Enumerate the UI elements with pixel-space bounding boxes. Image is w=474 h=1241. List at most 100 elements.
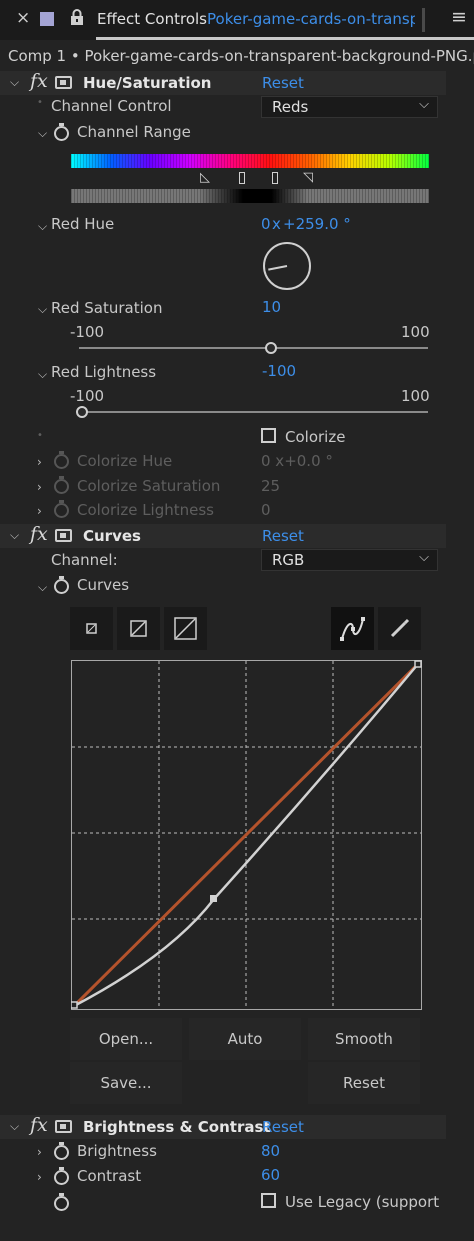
colorize-checkbox[interactable] — [261, 428, 276, 443]
stopwatch-icon[interactable] — [54, 1167, 69, 1185]
contrast-label: Contrast — [77, 1167, 142, 1185]
red-hue-dial[interactable] — [261, 240, 313, 292]
chevron-right-icon[interactable]: › — [37, 1170, 42, 1184]
graph-size-small-button[interactable] — [70, 607, 113, 650]
chevron-down-icon: ⌵ — [419, 97, 429, 112]
channel-control-dropdown[interactable]: Reds ⌵ — [261, 96, 438, 118]
colorize-hue-label: Colorize Hue — [77, 452, 173, 470]
curves-header[interactable]: ⌵ fx Curves Reset — [0, 523, 446, 548]
red-hue-revolutions[interactable]: 0 — [261, 215, 271, 233]
pencil-tool-button[interactable] — [378, 607, 421, 650]
red-saturation-value[interactable]: 10 — [262, 298, 281, 316]
curve-endpoint-black[interactable] — [71, 1001, 78, 1009]
chevron-down-icon[interactable]: ⌵ — [38, 302, 47, 317]
fx-icon[interactable]: fx — [30, 70, 48, 92]
range-end-handle[interactable] — [272, 172, 278, 184]
curves-channel-dropdown[interactable]: RGB ⌵ — [261, 549, 438, 571]
tab-underline — [96, 37, 474, 40]
stopwatch-icon[interactable] — [54, 1142, 69, 1160]
empty-button-slot — [189, 1062, 301, 1104]
bezier-curve-tool-button[interactable] — [331, 607, 374, 650]
range-start-handle[interactable] — [239, 172, 245, 184]
chevron-down-icon: ⌵ — [419, 550, 429, 565]
slider-max: 100 — [401, 323, 430, 341]
close-icon[interactable]: × — [16, 8, 30, 28]
comp-path-row: Comp 1 • Poker-game-cards-on-transparent… — [0, 46, 474, 70]
red-hue-degrees[interactable]: +259.0 ° — [283, 215, 351, 233]
red-lightness-value[interactable]: -100 — [262, 362, 296, 380]
chevron-down-icon[interactable]: ⌵ — [38, 219, 47, 234]
colorize-saturation-label: Colorize Saturation — [77, 477, 221, 495]
right-gutter — [446, 71, 474, 1241]
chevron-right-icon[interactable]: › — [37, 1145, 42, 1159]
comp-path: Comp 1 • Poker-game-cards-on-transparent… — [8, 47, 474, 65]
chevron-right-icon[interactable]: › — [37, 504, 42, 518]
curves-auto-button[interactable]: Auto — [189, 1018, 301, 1060]
red-lightness-slider[interactable] — [82, 411, 428, 413]
curves-save-button[interactable]: Save... — [70, 1062, 182, 1104]
spectrum-texture — [71, 154, 429, 168]
panel-header: × Effect Controls Poker-game-cards-on-tr… — [0, 0, 474, 40]
hue-saturation-header[interactable]: ⌵ fx Hue/Saturation Reset — [0, 70, 446, 95]
bullet: • — [37, 97, 43, 108]
tab-divider — [422, 8, 425, 32]
fx-icon[interactable]: fx — [30, 523, 48, 545]
colorize-lightness-label: Colorize Lightness — [77, 501, 214, 519]
stopwatch-icon[interactable] — [54, 123, 69, 141]
curve-control-point[interactable] — [210, 895, 217, 902]
curves-reset-button[interactable]: Reset — [308, 1062, 420, 1104]
effect-badge-icon — [55, 529, 72, 542]
colorize-label: Colorize — [285, 428, 346, 446]
red-saturation-label: Red Saturation — [51, 299, 163, 317]
colorize-hue-value: 0 x+0.0 ° — [261, 452, 333, 470]
panel-color-swatch — [40, 12, 54, 26]
curves-graph[interactable] — [71, 660, 422, 1010]
chevron-down-icon[interactable]: ⌵ — [10, 75, 19, 90]
panel-title[interactable]: Effect Controls — [97, 10, 207, 28]
curve-endpoint-white[interactable] — [414, 660, 422, 668]
red-lightness-label: Red Lightness — [51, 363, 157, 381]
stopwatch-icon[interactable] — [54, 576, 69, 594]
layer-tab[interactable]: Poker-game-cards-on-transp — [207, 10, 415, 28]
reset-link[interactable]: Reset — [262, 527, 304, 545]
chevron-right-icon[interactable]: › — [37, 480, 42, 494]
effect-name: Hue/Saturation — [83, 74, 212, 92]
contrast-value[interactable]: 60 — [261, 1166, 280, 1184]
chevron-down-icon[interactable]: ⌵ — [10, 1119, 19, 1134]
colorize-saturation-value: 25 — [261, 477, 281, 495]
dropdown-value: RGB — [272, 551, 305, 569]
lock-icon[interactable] — [70, 9, 84, 30]
use-legacy-checkbox[interactable] — [261, 1193, 276, 1208]
chevron-right-icon[interactable]: › — [37, 455, 42, 469]
brightness-label: Brightness — [77, 1142, 157, 1160]
range-falloff-right-handle[interactable]: ◹ — [303, 170, 313, 185]
brightness-contrast-header[interactable]: ⌵ fx Brightness & Contrast Reset — [0, 1114, 446, 1139]
panel-menu-icon[interactable]: ≡ — [451, 6, 467, 28]
reset-link[interactable]: Reset — [262, 74, 304, 92]
chevron-down-icon[interactable]: ⌵ — [10, 528, 19, 543]
red-saturation-slider-knob[interactable] — [264, 342, 277, 354]
graph-size-large-button[interactable] — [164, 607, 207, 650]
stopwatch-icon[interactable] — [54, 1193, 69, 1211]
chevron-down-icon[interactable]: ⌵ — [38, 580, 47, 595]
range-falloff-left-handle[interactable]: ◺ — [200, 170, 210, 185]
red-saturation-slider[interactable] — [79, 347, 428, 349]
channel-control-label: Channel Control — [51, 97, 172, 115]
curves-smooth-button[interactable]: Smooth — [308, 1018, 420, 1060]
graph-size-medium-button[interactable] — [117, 607, 160, 650]
reset-link[interactable]: Reset — [262, 1118, 304, 1136]
use-legacy-label: Use Legacy (support — [285, 1193, 440, 1211]
chevron-down-icon[interactable]: ⌵ — [38, 126, 47, 141]
curves-open-button[interactable]: Open... — [70, 1018, 182, 1060]
effect-badge-icon — [55, 76, 72, 89]
brightness-value[interactable]: 80 — [261, 1142, 280, 1160]
dial-needle — [268, 265, 288, 271]
fx-icon[interactable]: fx — [30, 1114, 48, 1136]
chevron-down-icon[interactable]: ⌵ — [38, 367, 47, 382]
colorize-lightness-value: 0 — [261, 501, 271, 519]
dropdown-value: Reds — [272, 98, 309, 116]
red-hue-label: Red Hue — [51, 215, 115, 233]
bullet: • — [37, 430, 43, 441]
slider-min: -100 — [70, 323, 105, 341]
red-lightness-slider-knob[interactable] — [76, 406, 88, 418]
